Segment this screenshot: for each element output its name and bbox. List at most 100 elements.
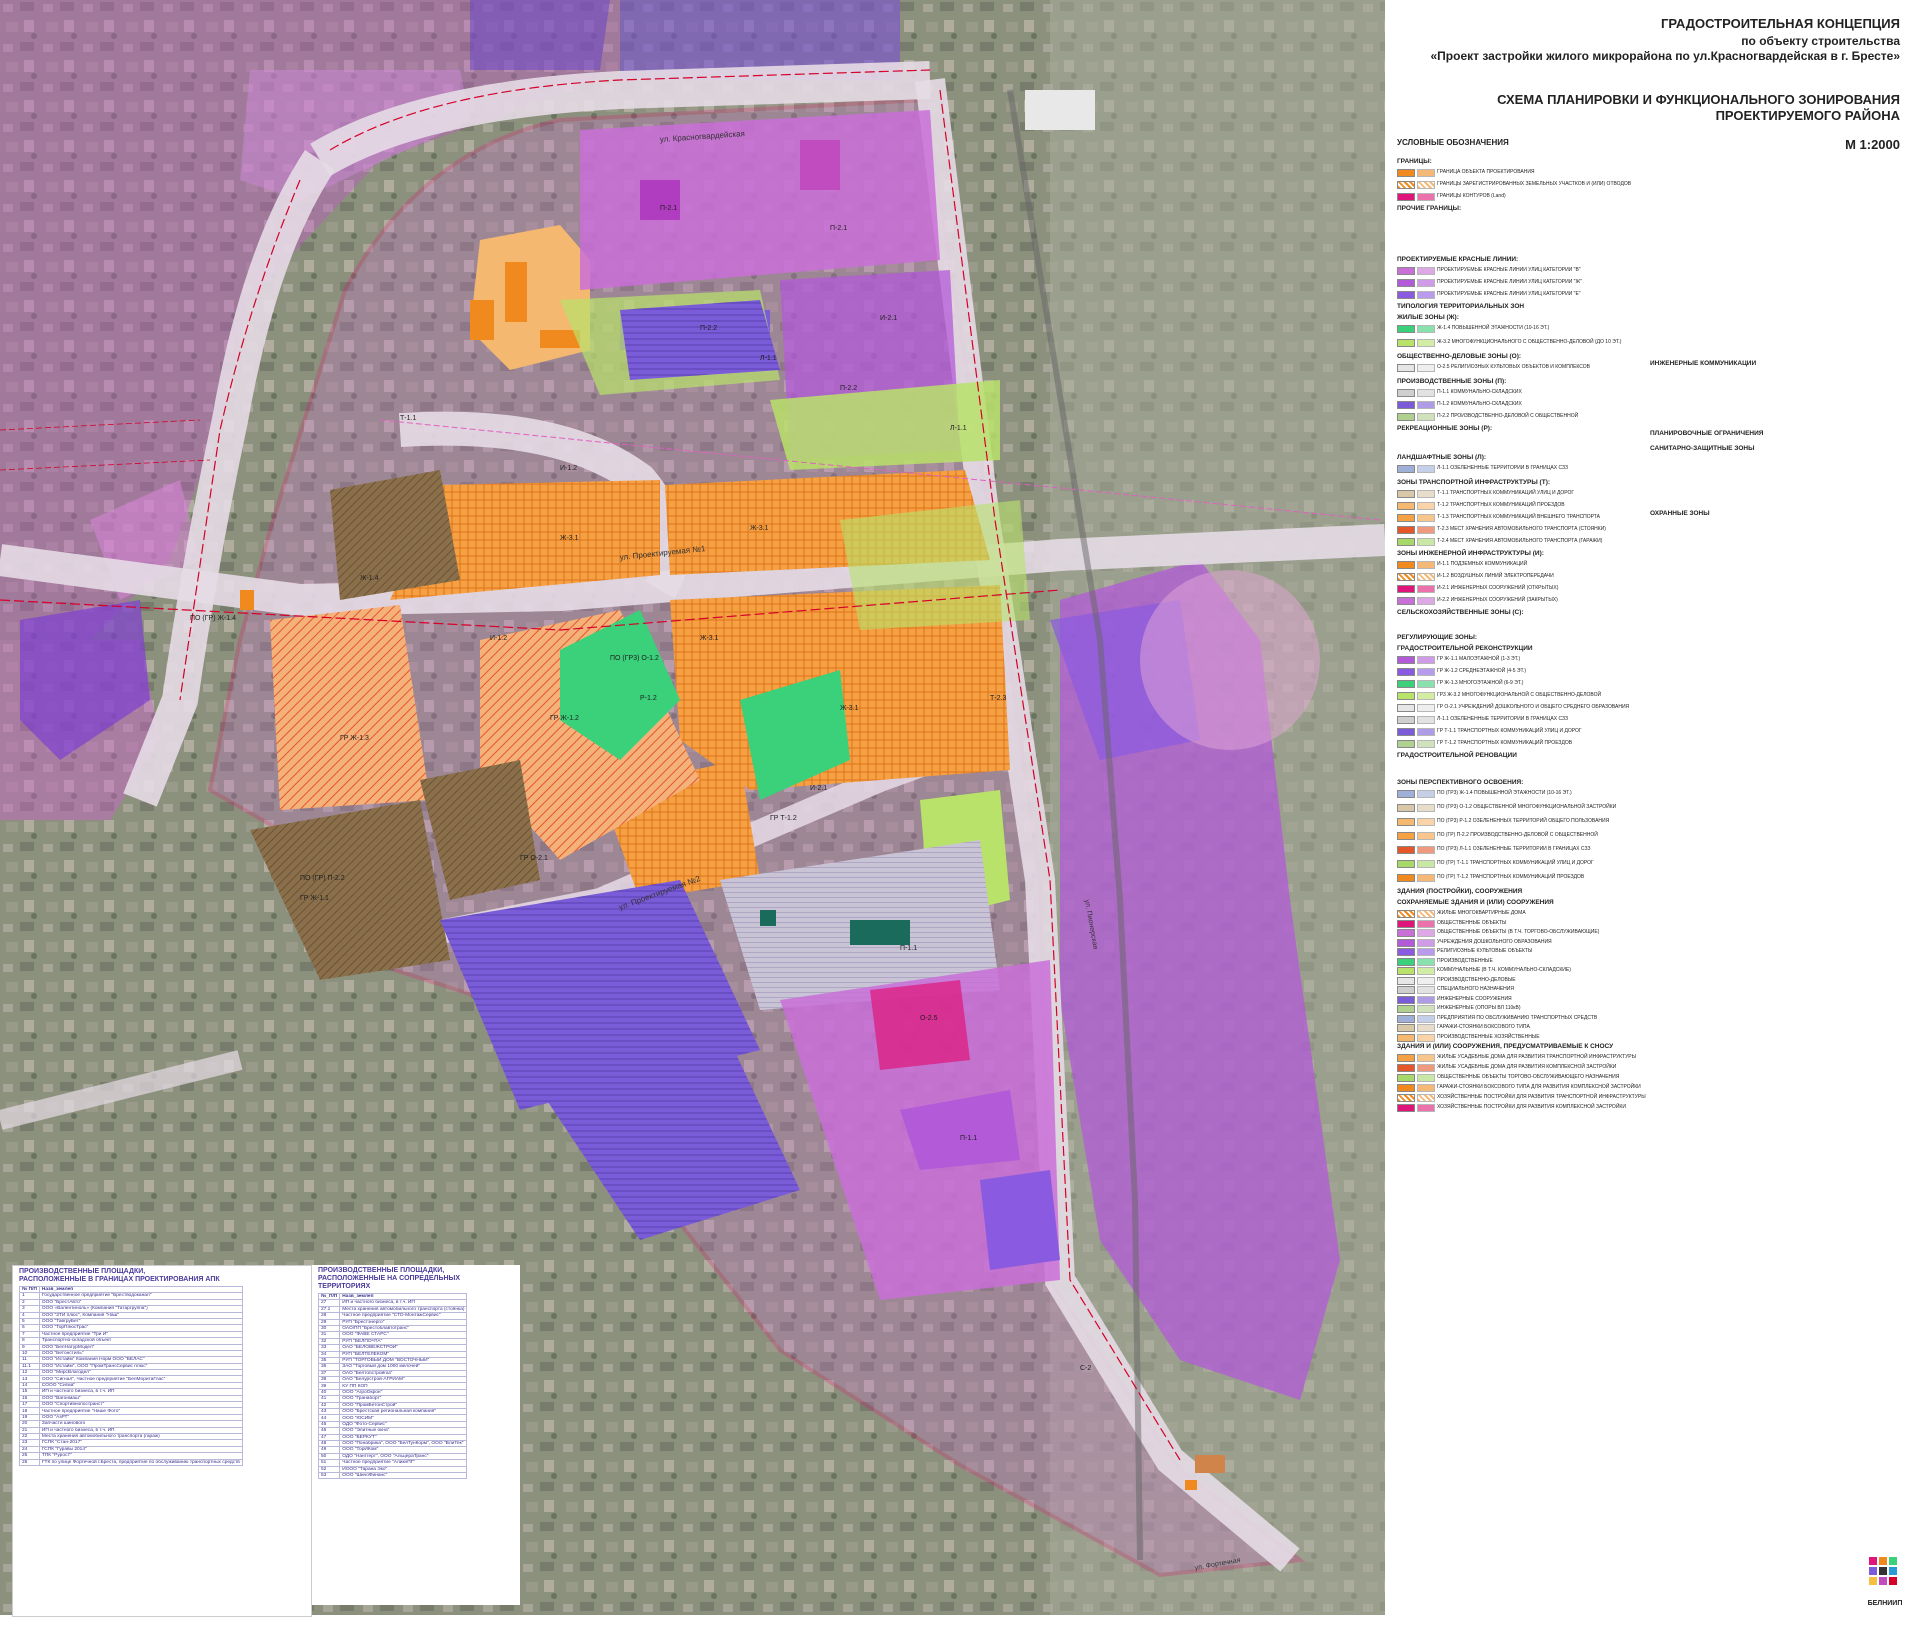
legend-section-title: ГРАДОСТРОИТЕЛЬНОЙ РЕКОНСТРУКЦИИ — [1397, 645, 1533, 652]
zone-label: С-2 — [1080, 1365, 1091, 1372]
table-header-cell: №_П/П — [317, 1292, 341, 1301]
legend-item-label: ЖИЛЫЕ МНОГОКВАРТИРНЫЕ ДОМА — [1437, 910, 1526, 916]
zone-label: ГР Ж-1.2 — [550, 715, 579, 722]
legend-swatch — [1397, 919, 1415, 928]
legend-swatch — [1397, 1074, 1415, 1082]
legend-swatch — [1397, 1014, 1415, 1023]
legend-swatch — [1397, 948, 1415, 956]
legend-swatch — [1397, 976, 1415, 985]
legend-swatch-secondary — [1417, 502, 1435, 510]
legend-swatch-secondary — [1417, 846, 1435, 854]
legend-heading: УСЛОВНЫЕ ОБОЗНАЧЕНИЯ — [1397, 138, 1509, 147]
legend-item-label: ИНЖЕНЕРНЫЕ (ОПОРЫ ВЛ 110кВ) — [1437, 1005, 1521, 1011]
table-right-production-sites: ПРОИЗВОДСТВЕННЫЕ ПЛОЩАДКИ, РАСПОЛОЖЕННЫЕ… — [312, 1265, 520, 1605]
legend-swatch — [1397, 728, 1415, 736]
legend-swatch-secondary — [1417, 938, 1435, 947]
legend-section-title: ПЛАНИРОВОЧНЫЕ ОГРАНИЧЕНИЯ — [1650, 430, 1764, 437]
legend-item-label: ОБЩЕСТВЕННЫЕ ОБЪЕКТЫ (В Т.Ч. ТОРГОВО-ОБС… — [1437, 929, 1600, 935]
legend-swatch-secondary — [1417, 656, 1435, 664]
legend-section-title: ЖИЛЫЕ ЗОНЫ (Ж): — [1397, 314, 1459, 321]
legend-swatch-secondary — [1417, 325, 1435, 333]
zone-label: И-1.2 — [560, 465, 577, 472]
legend-swatch — [1397, 716, 1415, 724]
legend-swatch-secondary — [1417, 704, 1435, 712]
legend-item-label: ГАРАЖИ-СТОЯНКИ БОКСОВОГО ТИПА ДЛЯ РАЗВИТ… — [1437, 1084, 1641, 1090]
legend-swatch-secondary — [1417, 267, 1435, 275]
legend-swatch-secondary — [1417, 490, 1435, 498]
table-row: 53 ООО "ШиноФинанс" — [317, 1471, 468, 1480]
legend-section-title: ГРАНИЦЫ: — [1397, 158, 1432, 165]
legend-swatch — [1397, 193, 1415, 201]
legend-item-label: Ж-1.4 ПОВЫШЕННОЙ ЭТАЖНОСТИ (10-16 ЭТ.) — [1437, 325, 1550, 331]
table-left-title-line1: ПРОИЗВОДСТВЕННЫЕ ПЛОЩАДКИ, — [19, 1268, 146, 1275]
legend-item-label: ХОЗЯЙСТВЕННЫЕ ПОСТРОЙКИ ДЛЯ РАЗВИТИЯ ТРА… — [1437, 1094, 1646, 1100]
legend-item-label: О-2.5 РЕЛИГИОЗНЫХ КУЛЬТОВЫХ ОБЪЕКТОВ И К… — [1437, 364, 1590, 370]
legend-item-label: ОБЩЕСТВЕННЫЕ ОБЪЕКТЫ — [1437, 919, 1507, 926]
legend-item-label: ИНЖЕНЕРНЫЕ СООРУЖЕНИЯ — [1437, 995, 1512, 1002]
legend-swatch-secondary — [1417, 1005, 1435, 1013]
legend-item-label: П-1.1 КОММУНАЛЬНО-СКЛАДСКИХ — [1437, 389, 1522, 395]
legend-item-label: ОБЩЕСТВЕННЫЕ ОБЪЕКТЫ ТОРГОВО-ОБСЛУЖИВАЮЩ… — [1437, 1074, 1620, 1080]
legend-swatch-secondary — [1417, 692, 1435, 700]
legend-item-label: ПРОЕКТИРУЕМЫЕ КРАСНЫЕ ЛИНИИ УЛИЦ КАТЕГОР… — [1437, 267, 1581, 273]
legend-section-title: ЗДАНИЯ (ПОСТРОЙКИ), СООРУЖЕНИЯ — [1397, 888, 1523, 895]
legend-section-title: ГРАДОСТРОИТЕЛЬНОЙ РЕНОВАЦИИ — [1397, 752, 1517, 759]
legend-swatch-secondary — [1417, 860, 1435, 868]
legend-swatch — [1397, 1033, 1415, 1042]
legend-item-label: Т-2.4 МЕСТ ХРАНЕНИЯ АВТОМОБИЛЬНОГО ТРАНС… — [1437, 538, 1603, 544]
legend-swatch — [1397, 169, 1415, 177]
legend-swatch — [1397, 860, 1415, 868]
legend-swatch — [1397, 1094, 1415, 1102]
zone-label: Ж-3.1 — [840, 705, 859, 712]
legend-swatch — [1397, 526, 1415, 534]
zone-label: ГР О-2.1 — [520, 855, 548, 862]
legend-item-label: ПО (ГР3) Л-1.1 ОЗЕЛЕНЕННЫЕ ТЕРРИТОРИИ В … — [1437, 846, 1591, 852]
legend-item-label: ПО (ГР) Т-1.1 ТРАНСПОРТНЫХ КОММУНИКАЦИЙ … — [1437, 860, 1594, 866]
legend-section-title: РЕКРЕАЦИОННЫЕ ЗОНЫ (Р): — [1397, 425, 1493, 432]
legend-section-title: ИНЖЕНЕРНЫЕ КОММУНИКАЦИИ — [1650, 360, 1757, 367]
concept-title: ГРАДОСТРОИТЕЛЬНАЯ КОНЦЕПЦИЯ — [1660, 16, 1900, 31]
legend-section-title: ЛАНДШАФТНЫЕ ЗОНЫ (Л): — [1397, 454, 1487, 461]
zone-label: И-2.1 — [880, 315, 897, 322]
legend-swatch — [1397, 279, 1415, 287]
legend-item-label: УЧРЕЖДЕНИЯ ДОШКОЛЬНОГО ОБРАЗОВАНИЯ — [1437, 938, 1552, 945]
table-right: №_П/П Назв_землеп 27 ИП и частного бизнеса,… — [317, 1292, 468, 1480]
legend-swatch — [1397, 465, 1415, 473]
legend-swatch-secondary — [1417, 514, 1435, 522]
legend-swatch — [1397, 874, 1415, 882]
legend-swatch — [1397, 957, 1415, 966]
zone-label: П-1.1 — [900, 945, 917, 952]
legend-swatch-secondary — [1417, 364, 1435, 372]
legend-item-label: РЕЛИГИОЗНЫЕ КУЛЬТОВЫЕ ОБЪЕКТЫ — [1437, 948, 1533, 954]
zone-label: П-2.1 — [830, 225, 847, 232]
zone-label: Ж-3.1 — [700, 635, 719, 642]
zone-label: П-1.1 — [960, 1135, 977, 1142]
legend-item-label: ЖИЛЫЕ УСАДЕБНЫЕ ДОМА ДЛЯ РАЗВИТИЯ ТРАНСП… — [1437, 1054, 1637, 1060]
legend-item-label: Л-1.1 ОЗЕЛЕНЕННЫЕ ТЕРРИТОРИИ В ГРАНИЦАХ … — [1437, 716, 1569, 722]
legend-item-label: ГРАНИЦЫ КОНТУРОВ (Land) — [1437, 193, 1506, 199]
zone-label: Р-1.2 — [640, 695, 657, 702]
legend-swatch — [1397, 490, 1415, 498]
table-cell-number: 53 — [317, 1471, 341, 1480]
legend-item-label: ГР Т-1.2 ТРАНСПОРТНЫХ КОММУНИКАЦИЙ ПРОЕЗ… — [1437, 740, 1573, 746]
legend-swatch — [1397, 538, 1415, 546]
table-cell-name: ООО "ШиноФинанс" — [339, 1471, 468, 1480]
legend-item-label: ГАРАЖИ-СТОЯНКИ БОКСОВОГО ТИПА — [1437, 1024, 1530, 1030]
legend-swatch-secondary — [1417, 597, 1435, 605]
legend-section-title: ПРОЧИЕ ГРАНИЦЫ: — [1397, 205, 1462, 212]
legend-swatch-secondary — [1417, 818, 1435, 826]
legend-swatch — [1397, 1104, 1415, 1112]
legend-swatch-secondary — [1417, 1064, 1435, 1072]
zone-label: Ж-3.1 — [750, 525, 769, 532]
legend-section-title: ТИПОЛОГИЯ ТЕРРИТОРИАЛЬНЫХ ЗОН — [1397, 303, 1525, 310]
table-left: № П/П Назв_землеп 1 Государственное предпри… — [19, 1285, 243, 1466]
legend-swatch — [1397, 389, 1415, 397]
legend-item-label: ПРЕДПРИЯТИЯ ПО ОБСЛУЖИВАНИЮ ТРАНСПОРТНЫХ… — [1437, 1014, 1598, 1021]
legend-swatch — [1397, 995, 1415, 1004]
legend-swatch-secondary — [1417, 1074, 1435, 1082]
legend-item-label: Л-1.1 ОЗЕЛЕНЕННЫЕ ТЕРРИТОРИИ В ГРАНИЦАХ … — [1437, 465, 1569, 471]
table-left-production-sites: ПРОИЗВОДСТВЕННЫЕ ПЛОЩАДКИ, РАСПОЛОЖЕННЫЕ… — [12, 1265, 312, 1617]
legend-item-label: ГР Т-1.1 ТРАНСПОРТНЫХ КОММУНИКАЦИЙ УЛИЦ … — [1437, 728, 1582, 734]
legend-swatch-secondary — [1417, 339, 1435, 347]
concept-subtitle: по объекту строительства — [1741, 34, 1900, 48]
